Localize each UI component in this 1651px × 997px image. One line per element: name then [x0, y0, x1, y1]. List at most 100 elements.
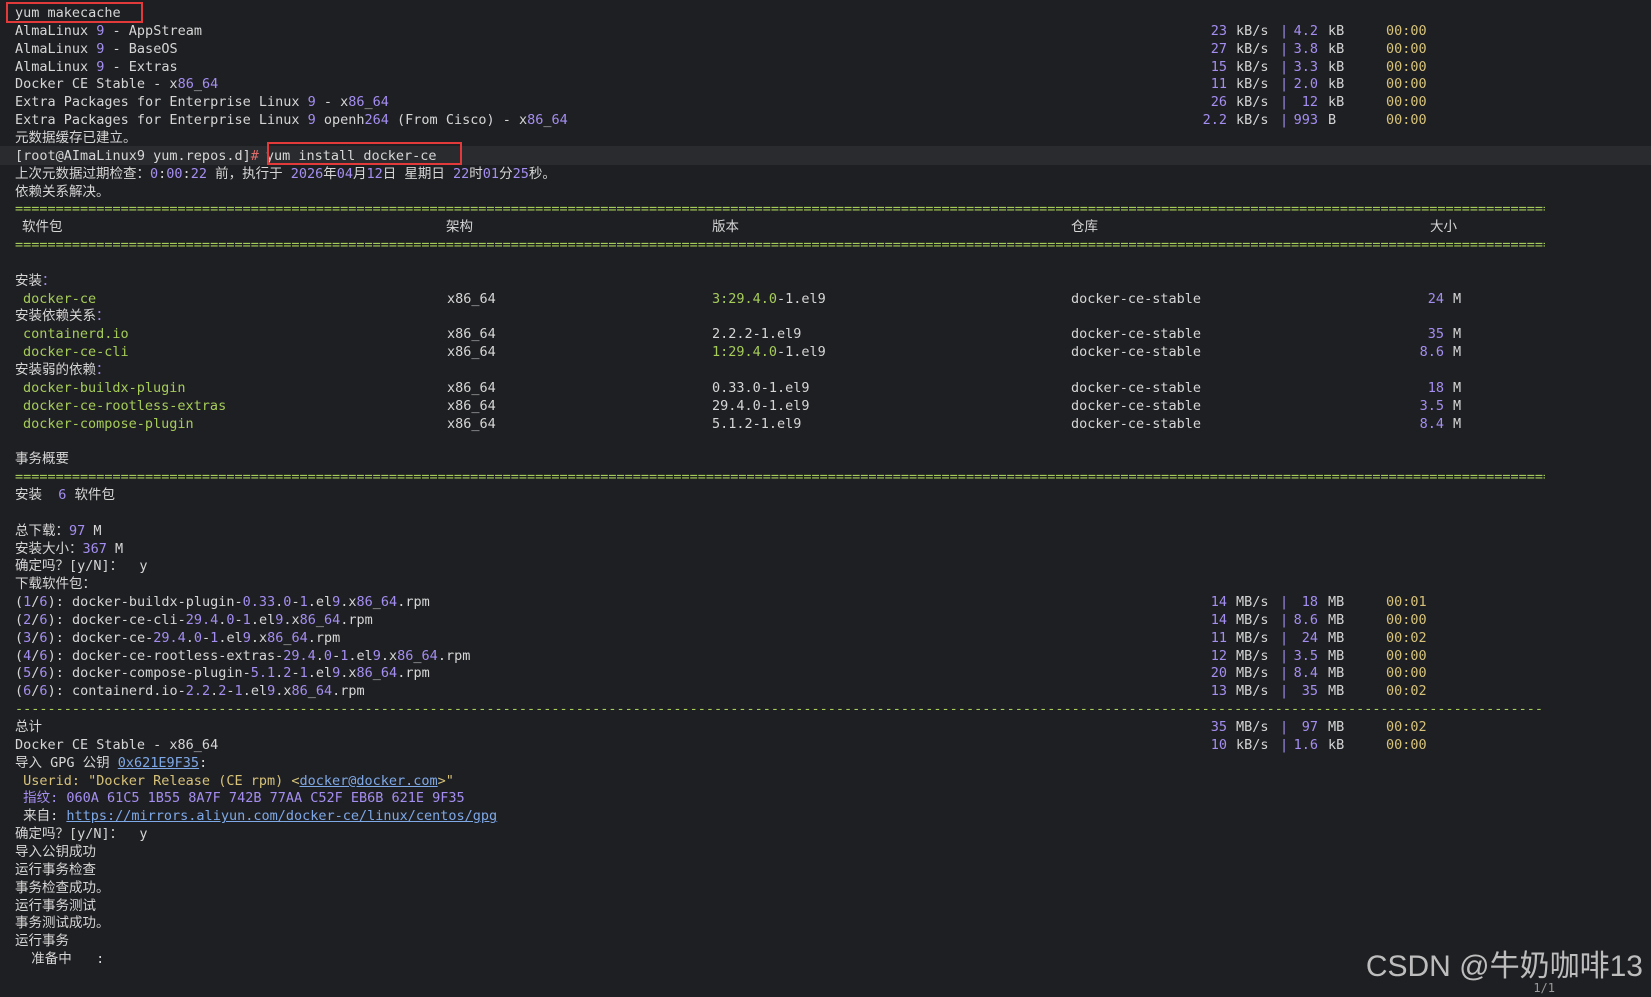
repo-1-speed-unit: kB/s [1236, 40, 1269, 57]
package-repo: docker-ce-stable [1071, 415, 1202, 432]
repo-2-speed: 15 [1210, 58, 1227, 75]
repo-1-time: 00:00 [1386, 40, 1427, 57]
output-line: 运行事务 [15, 933, 69, 950]
package-name: docker-ce-cli [23, 344, 129, 361]
terminal-window[interactable]: yum makecache AlmaLinux 9 - AppStream 23 kB… [0, 0, 1651, 997]
repo-2-pipe: | [1280, 58, 1289, 75]
package-name: containerd.io [23, 326, 129, 343]
repo-4-speed: 26 [1210, 94, 1227, 111]
repo-3-pipe: | [1280, 76, 1289, 93]
total-1-pipe: | [1280, 736, 1289, 753]
package-size-unit: M [1453, 379, 1462, 396]
output-line: 准备中 : [15, 951, 105, 968]
repo-0-speed-unit: kB/s [1236, 22, 1269, 39]
repo-3-speed: 11 [1210, 76, 1227, 93]
repo-4-size-unit: kB [1328, 94, 1345, 111]
dl-5-speed-unit: MB/s [1236, 683, 1269, 700]
package-name: docker-ce [23, 290, 97, 307]
install-size: 安装大小：367 M [15, 540, 124, 557]
package-size-unit: M [1453, 290, 1462, 307]
highlight-box [267, 141, 462, 165]
repo-1-size-unit: kB [1328, 40, 1345, 57]
makecache-done: 元数据缓存已建立。 [15, 129, 137, 146]
dl-4-speed-unit: MB/s [1236, 665, 1269, 682]
group-label: 安装弱的依赖： [15, 362, 110, 378]
dl-1-pipe: | [1280, 611, 1289, 628]
repo-2-speed-unit: kB/s [1236, 58, 1269, 75]
dl-3-time: 00:00 [1386, 647, 1427, 664]
package-size-unit: M [1453, 344, 1462, 361]
output-line: 事务测试成功。 [15, 915, 110, 932]
repo-4-size: 12 [1301, 94, 1318, 111]
gpg-userid: Userid: "Docker Release (CE rpm) <docker… [15, 772, 454, 789]
download-line: (6/6): containerd.io-2.2.2-1.el9.x86_64.… [15, 683, 365, 700]
repo-5-time: 00:00 [1386, 112, 1427, 129]
repo-5-pipe: | [1280, 112, 1289, 129]
resolving-deps: 依赖关系解决。 [15, 183, 110, 200]
separator: ========================================… [15, 469, 1545, 486]
repo-5-speed: 2.2 [1202, 112, 1227, 129]
total-1-time: 00:00 [1386, 736, 1427, 753]
repo-line: AlmaLinux 9 - BaseOS [15, 40, 178, 57]
package-version: 29.4.0-1.el9 [712, 397, 810, 414]
output-line: 确定吗？[y/N]： y [15, 826, 148, 843]
repo-line: AlmaLinux 9 - AppStream [15, 22, 202, 39]
highlight-box [6, 2, 143, 23]
package-version: 3:29.4.0-1.el9 [712, 290, 826, 307]
package-repo: docker-ce-stable [1071, 379, 1202, 396]
repo-1-pipe: | [1280, 40, 1289, 57]
total-download: 总下载：97 M [15, 522, 102, 539]
dl-4-speed: 20 [1210, 665, 1227, 682]
package-repo: docker-ce-stable [1071, 326, 1202, 343]
repo-2-size: 3.3 [1293, 58, 1318, 75]
package-repo: docker-ce-stable [1071, 290, 1202, 307]
dl-0-pipe: | [1280, 594, 1289, 611]
total-0-speed: 35 [1210, 719, 1227, 735]
repo-3-size: 2.0 [1293, 76, 1318, 93]
total-0-time: 00:02 [1386, 719, 1427, 735]
dl-0-size: 18 [1301, 594, 1318, 611]
total-1-size: 1.6 [1293, 736, 1318, 753]
repo-0-time: 00:00 [1386, 22, 1427, 39]
group-label: 安装： [15, 272, 56, 289]
total-1-size-unit: kB [1328, 736, 1345, 753]
package-repo: docker-ce-stable [1071, 344, 1202, 361]
repo-0-speed: 23 [1210, 22, 1227, 39]
total-0-size: 97 [1301, 719, 1318, 735]
dl-1-size-unit: MB [1328, 611, 1345, 628]
total-1-speed: 10 [1210, 736, 1227, 753]
separator: ========================================… [15, 237, 1545, 254]
repo-5-speed-unit: kB/s [1236, 112, 1269, 129]
package-arch: x86_64 [447, 397, 496, 414]
dl-2-speed-unit: MB/s [1236, 629, 1269, 646]
dl-5-time: 00:02 [1386, 683, 1427, 700]
repo-line: Extra Packages for Enterprise Linux 9 - … [15, 94, 389, 111]
package-size-unit: M [1453, 397, 1462, 414]
package-size-unit: M [1453, 415, 1462, 432]
package-arch: x86_64 [447, 290, 496, 307]
package-size: 3.5 [1419, 397, 1444, 414]
download-line: (1/6): docker-buildx-plugin-0.33.0-1.el9… [15, 594, 430, 611]
dl-0-speed: 14 [1210, 594, 1227, 611]
package-size-unit: M [1453, 326, 1462, 343]
repo-3-time: 00:00 [1386, 76, 1427, 93]
total-0-pipe: | [1280, 719, 1289, 735]
repo-3-size-unit: kB [1328, 76, 1345, 93]
dl-1-size: 8.6 [1293, 611, 1318, 628]
download-line: (5/6): docker-compose-plugin-5.1.2-1.el9… [15, 665, 430, 682]
dl-1-time: 00:00 [1386, 611, 1427, 628]
dl-3-size-unit: MB [1328, 647, 1345, 664]
repo-5-size: 993 [1293, 112, 1318, 129]
header-package: 软件包 [22, 219, 63, 236]
dl-5-size-unit: MB [1328, 683, 1345, 700]
package-size: 8.4 [1419, 415, 1444, 432]
dl-3-speed-unit: MB/s [1236, 647, 1269, 664]
output-line: 导入公钥成功 [15, 843, 96, 860]
header-arch: 架构 [446, 219, 473, 236]
csdn-watermark: CSDN @牛奶咖啡13 [1365, 950, 1643, 983]
package-arch: x86_64 [447, 326, 496, 343]
dl-0-speed-unit: MB/s [1236, 594, 1269, 611]
dl-2-speed: 11 [1210, 629, 1227, 646]
download-line: (2/6): docker-ce-cli-29.4.0-1.el9.x86_64… [15, 611, 373, 628]
total-1-speed-unit: kB/s [1236, 736, 1269, 753]
